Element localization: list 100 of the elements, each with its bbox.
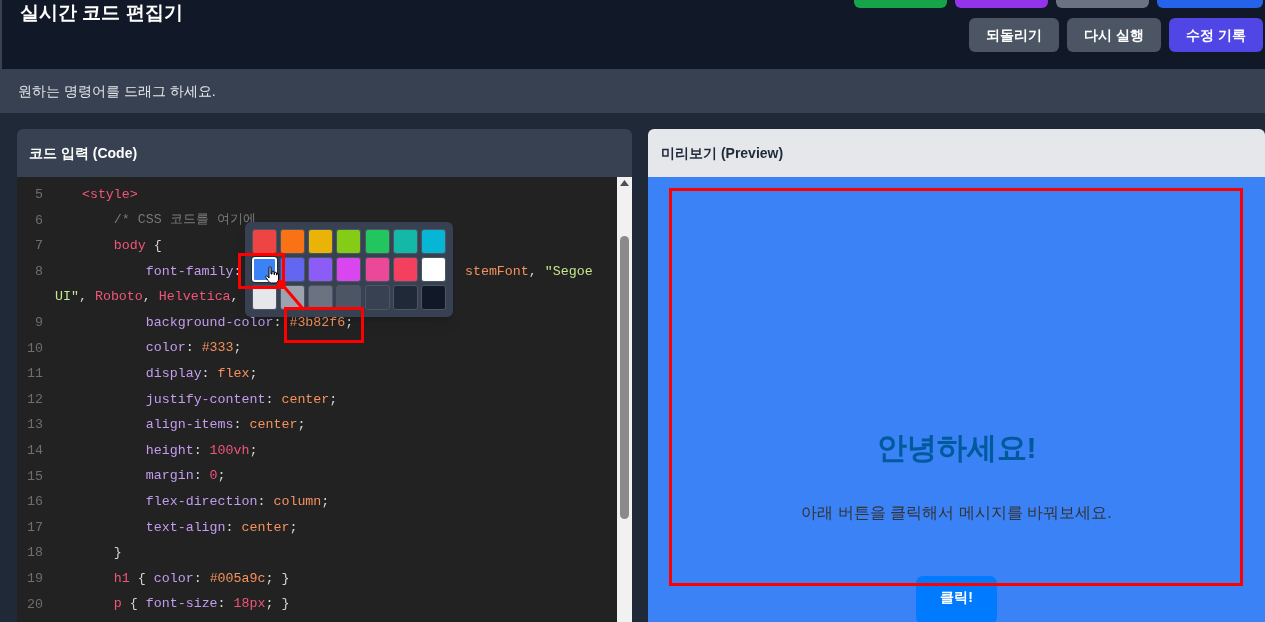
color-swatch[interactable] <box>252 229 277 254</box>
line-number: 18 <box>26 544 43 563</box>
line-number: 6 <box>34 211 43 230</box>
code-token: : <box>193 442 203 459</box>
code-token: 0 <box>209 468 218 485</box>
code-token: ; <box>297 417 306 434</box>
panel-title: 미리보기 (Preview) <box>661 143 784 163</box>
line-number: 17 <box>26 518 43 537</box>
color-swatch[interactable] <box>364 257 390 282</box>
code-token: "Segoe <box>544 263 593 280</box>
panel-title: 코드 입력 (Code) <box>29 143 138 163</box>
color-swatch[interactable] <box>336 257 362 282</box>
line-number: 16 <box>26 493 43 512</box>
color-swatch[interactable] <box>420 285 446 310</box>
preview-heading: 안녕하세요! <box>876 430 1037 466</box>
code-token: background-color <box>144 314 274 331</box>
code-token: color <box>144 340 186 357</box>
code-token: : <box>193 468 203 485</box>
code-token: { <box>152 238 162 254</box>
line-number: 8 <box>34 262 43 281</box>
code-token: ; <box>289 519 298 536</box>
code-token: column <box>273 493 322 510</box>
code-token: body <box>112 238 146 254</box>
line-number: 12 <box>26 390 43 409</box>
code-token: text-align <box>144 519 226 536</box>
code-token: : <box>257 493 267 510</box>
code-token: font-size <box>145 596 218 613</box>
code-token: 100vh <box>209 442 250 459</box>
color-swatch[interactable] <box>308 229 334 254</box>
code-token: { <box>136 570 147 587</box>
app-title: 실시간 코드 편집기 <box>20 1 183 25</box>
scrollbar[interactable] <box>617 177 632 622</box>
code-token: flex-direction <box>144 493 258 510</box>
code-token: p <box>112 596 122 613</box>
code-token: , <box>528 263 538 280</box>
code-token: color <box>153 570 194 587</box>
code-token: , <box>78 289 88 306</box>
code-token: : <box>233 263 242 280</box>
code-token: , <box>230 289 239 306</box>
code-token: } <box>112 545 122 562</box>
code-token: h1 <box>112 570 130 587</box>
code-token: : <box>217 596 227 613</box>
color-swatch[interactable] <box>392 257 418 282</box>
code-token: height <box>144 442 194 459</box>
line-number: 5 <box>34 186 43 204</box>
code-token: , <box>142 289 152 306</box>
code-token: <style> <box>80 186 138 203</box>
color-swatch[interactable] <box>364 229 390 254</box>
line-number: 9 <box>34 313 43 332</box>
code-token: : <box>193 570 203 587</box>
code-token: ; <box>249 442 258 459</box>
code-token: ; <box>345 314 354 331</box>
toolbar-button[interactable]: 되돌리기 <box>969 18 1060 52</box>
code-token: ; } <box>265 596 290 613</box>
code-token: { <box>128 596 139 613</box>
code-token: ; <box>217 468 226 485</box>
code-token: #3b82f6 <box>289 314 346 331</box>
code-token: flex <box>217 365 250 382</box>
code-token: ; <box>233 340 242 357</box>
code-token: ; <box>321 493 330 510</box>
code-token: align-items <box>144 417 234 434</box>
color-swatch[interactable] <box>392 285 418 310</box>
code-token: Roboto <box>94 289 143 306</box>
scroll-up-icon[interactable] <box>620 180 629 186</box>
code-token: margin <box>144 468 194 485</box>
color-swatch[interactable] <box>420 229 446 254</box>
code-token: #333 <box>201 340 234 357</box>
color-swatch[interactable] <box>280 229 306 254</box>
hand-cursor-icon <box>265 266 279 284</box>
code-token: display <box>144 365 202 382</box>
preview-text: 아래 버튼을 클릭해서 메시지를 바꿔보세요. <box>801 503 1112 523</box>
color-swatch[interactable] <box>420 257 446 282</box>
scrollbar-thumb[interactable] <box>620 236 629 519</box>
code-token: Helvetica <box>158 289 231 306</box>
code-token: #005a9c <box>209 570 266 587</box>
color-swatch[interactable] <box>252 285 277 310</box>
line-number: 20 <box>26 595 43 614</box>
code-token: justify-content <box>144 391 266 408</box>
toolbar-button[interactable]: 다시 실행 <box>1067 18 1162 52</box>
color-swatch[interactable] <box>392 229 418 254</box>
code-token: ; } <box>265 570 290 587</box>
line-number: 19 <box>26 569 43 588</box>
color-swatch[interactable] <box>336 229 362 254</box>
line-number: 7 <box>34 237 43 256</box>
color-swatch[interactable] <box>364 285 390 310</box>
code-token: ; <box>329 391 338 408</box>
line-number: 15 <box>26 467 43 486</box>
click-button[interactable]: 클릭! <box>916 576 997 622</box>
code-token: 18px <box>233 596 266 613</box>
instruction-text: 원하는 명령어를 드래그 하세요. <box>18 81 216 101</box>
code-token: : <box>233 417 243 434</box>
code-token: : <box>273 314 283 331</box>
code-token: UI" <box>55 289 79 306</box>
color-swatch[interactable] <box>308 257 334 282</box>
code-token: : <box>225 519 235 536</box>
code-token: center <box>249 417 298 434</box>
code-token: center <box>241 519 290 536</box>
toolbar-button[interactable]: 수정 기록 <box>1169 18 1263 52</box>
code-token: : <box>201 365 211 382</box>
code-token: font-family <box>144 263 234 280</box>
